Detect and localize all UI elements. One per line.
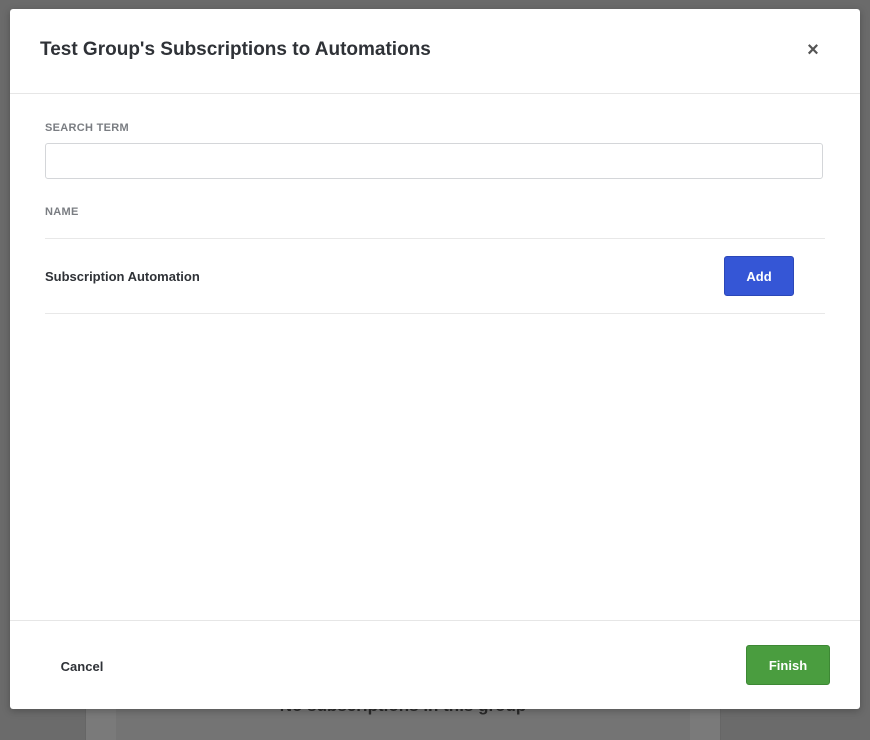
search-input[interactable] [45,143,823,179]
cancel-button[interactable]: Cancel [45,651,119,681]
subscriptions-modal: Test Group's Subscriptions to Automation… [10,9,860,709]
name-column-header: NAME [45,206,79,218]
table-divider [45,313,825,314]
close-icon[interactable]: × [804,40,822,60]
automation-name: Subscription Automation [45,269,200,284]
finish-button[interactable]: Finish [746,645,830,685]
add-button[interactable]: Add [724,256,794,296]
table-divider [45,238,825,239]
search-term-label: SEARCH TERM [45,122,129,134]
modal-header: Test Group's Subscriptions to Automation… [10,9,860,94]
modal-title: Test Group's Subscriptions to Automation… [40,39,431,60]
modal-footer: Cancel Finish [10,620,860,709]
